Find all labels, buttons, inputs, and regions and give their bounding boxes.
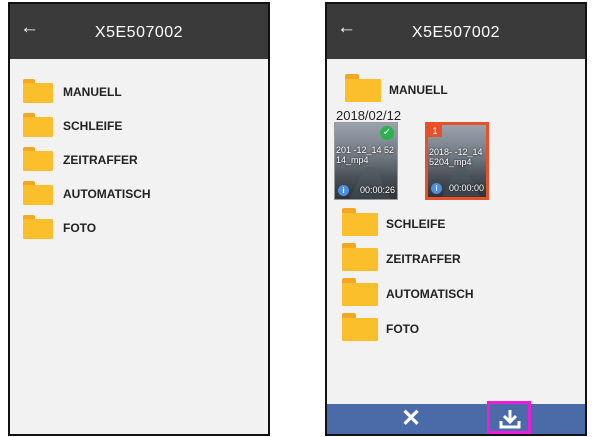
- folder-icon: [23, 215, 53, 239]
- action-bar: ✕: [327, 401, 585, 434]
- folder-label: ZEITRAFFER: [63, 153, 138, 167]
- download-icon: [499, 410, 521, 429]
- video-filename: 201 -12_14 5214_mp4: [336, 145, 395, 165]
- folder-icon: [23, 147, 53, 171]
- device-title: X5E507002: [94, 24, 184, 41]
- right-screen: ← X5E507002 MANUELL 2018/02/12 ✓ 201 -12…: [325, 2, 587, 436]
- folder-label: AUTOMATISCH: [386, 287, 474, 301]
- device-title: X5E507002: [411, 24, 501, 41]
- video-thumbnail[interactable]: 1 2018- -12_14 5204_mp4 i 00:00:00: [425, 122, 489, 200]
- date-header: 2018/02/12: [336, 108, 402, 123]
- folder-label: FOTO: [63, 221, 97, 235]
- info-icon[interactable]: i: [431, 183, 442, 194]
- folder-icon: [23, 113, 53, 137]
- folder-label: MANUELL: [63, 85, 122, 99]
- checkmark-icon: ✓: [380, 126, 394, 140]
- folder-label: SCHLEIFE: [63, 119, 123, 133]
- folder-icon: [23, 79, 53, 103]
- video-filename: 2018- -12_14 5204_mp4: [429, 147, 483, 167]
- folder-icon: [342, 243, 378, 271]
- app-bar: ← X5E507002: [10, 4, 268, 59]
- folder-label: FOTO: [386, 322, 420, 336]
- folder-icon: [23, 181, 53, 205]
- close-icon[interactable]: ✕: [401, 406, 421, 432]
- folder-icon: [342, 208, 378, 236]
- download-button[interactable]: [487, 401, 531, 434]
- selection-badge: 1: [428, 125, 442, 137]
- app-bar: ← X5E507002: [327, 4, 585, 59]
- folder-icon: [345, 74, 381, 102]
- folder-label: ZEITRAFFER: [386, 252, 461, 266]
- folder-icon: [342, 278, 378, 306]
- info-icon[interactable]: i: [338, 185, 349, 196]
- video-duration: 00:00:26: [359, 185, 395, 195]
- video-duration: 00:00:00: [448, 183, 484, 193]
- folder-label: SCHLEIFE: [386, 217, 446, 231]
- folder-icon: [342, 313, 378, 341]
- left-screen: ← X5E507002 MANUELL SCHLEIFE ZEITRAFFER …: [8, 2, 270, 436]
- folder-label: AUTOMATISCH: [63, 187, 151, 201]
- folder-label: MANUELL: [389, 83, 448, 97]
- video-thumbnail[interactable]: ✓ 201 -12_14 5214_mp4 i 00:00:26: [334, 122, 398, 200]
